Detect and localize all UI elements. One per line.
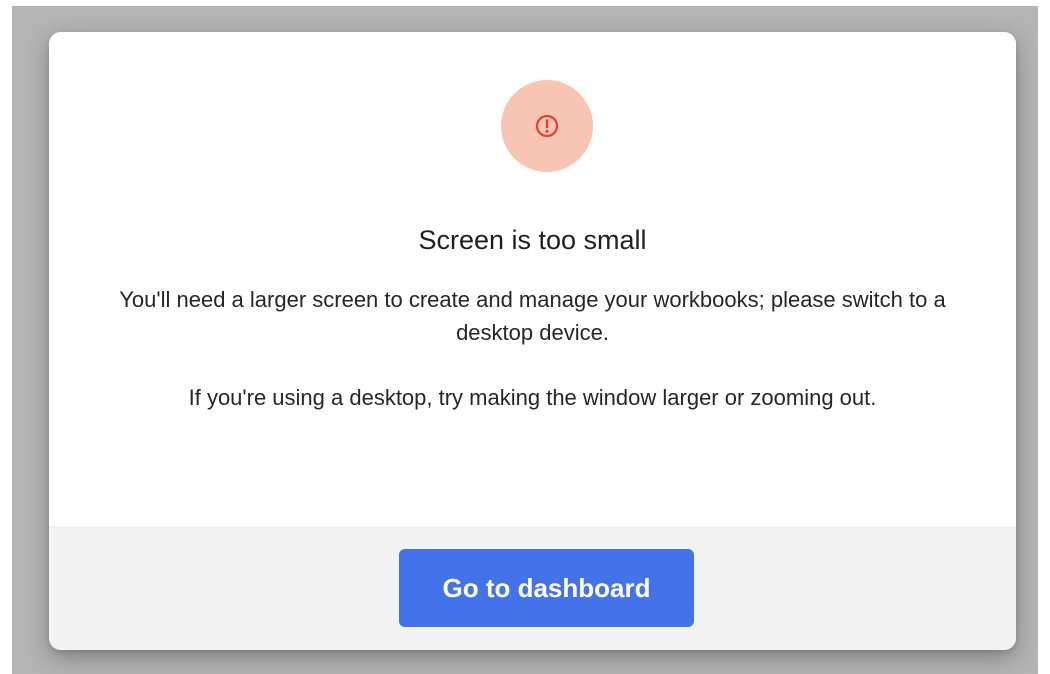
screen-too-small-dialog: Screen is too small You'll need a larger… <box>49 32 1016 650</box>
alert-circle-icon <box>535 114 559 138</box>
dialog-message-desktop-tip: If you're using a desktop, try making th… <box>188 385 877 410</box>
dialog-footer: Go to dashboard <box>49 526 1016 650</box>
dialog-title: Screen is too small <box>418 225 647 255</box>
go-to-dashboard-button[interactable]: Go to dashboard <box>399 549 694 627</box>
dialog-message-larger-screen: You'll need a larger screen to create an… <box>119 287 946 345</box>
alert-icon-badge <box>501 80 593 172</box>
dialog-body: Screen is too small You'll need a larger… <box>49 32 1016 526</box>
